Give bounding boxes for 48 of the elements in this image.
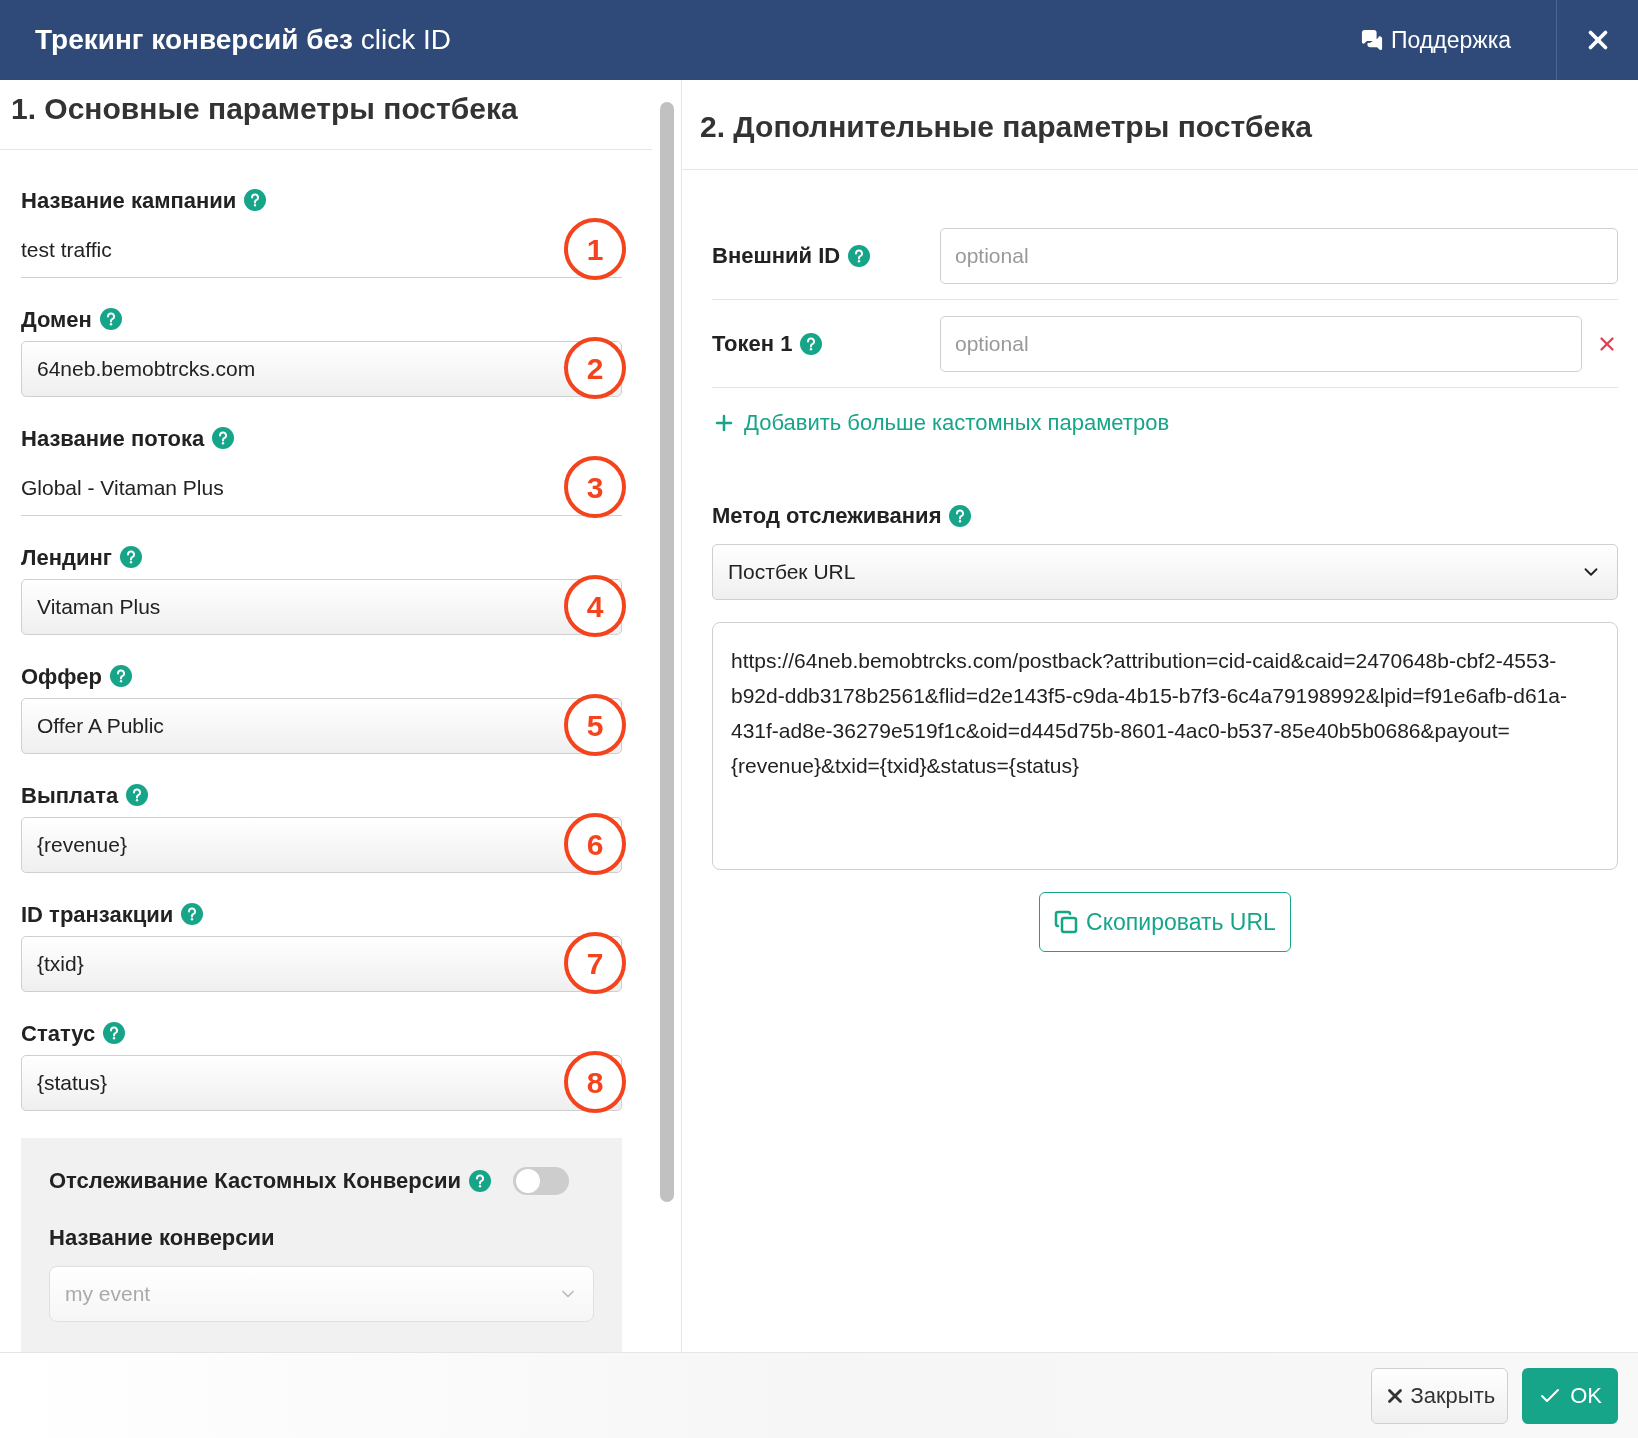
help-icon xyxy=(99,308,122,330)
toggle-switch[interactable] xyxy=(513,1166,570,1195)
param-label: Токен 1 xyxy=(712,330,793,358)
help-icon xyxy=(244,189,267,211)
number-badge: 7 xyxy=(564,932,626,994)
section-heading: 2. Дополнительные параметры постбека xyxy=(682,80,1638,170)
input-field[interactable]: optional xyxy=(940,227,1618,284)
help-icon xyxy=(949,504,972,527)
chat-icon xyxy=(1361,29,1383,51)
window-title: Трекинг конверсий без click ID xyxy=(34,23,453,57)
input-field[interactable]: optional xyxy=(940,315,1582,372)
url-textarea[interactable]: https://64neb.bemobtrcks.com/postback?attribution=cid-caid&caid=2470648b-cbf2-4553-b92d-ddb3178b2561&flid=d2e143f5-c9da-4b15-b7f3-6c4a79198992&lpid=f91e6afb-d61a-431f-ad8e-36279e519f1c&oid=d445d75b-8601-4ac0-b537-85e40b5b0686&payout={revenue}&txid={txid}&status={status} xyxy=(712,622,1618,870)
number-badge: 6 xyxy=(564,813,626,875)
field-label: Метод отслеживания xyxy=(712,502,942,530)
help-icon xyxy=(212,427,235,449)
field-label: Название потока xyxy=(21,424,205,453)
scrollbar-thumb[interactable] xyxy=(659,102,674,1202)
help-icon xyxy=(800,332,823,355)
field-label: Название кампании xyxy=(21,186,237,215)
help-icon xyxy=(110,665,132,687)
field-label: ID транзакции xyxy=(21,900,174,929)
number-badge: 8 xyxy=(564,1051,626,1113)
field-value: Global - Vitaman Plus xyxy=(21,474,224,501)
help-icon xyxy=(181,903,204,925)
copy-icon xyxy=(1054,910,1079,934)
support-button[interactable]: Поддержка xyxy=(1361,22,1511,58)
cancel-button[interactable]: Закрыть xyxy=(1371,1367,1509,1424)
field-value: test traffic xyxy=(21,236,112,263)
field-label: Выплата xyxy=(21,781,119,810)
help-icon xyxy=(848,244,871,267)
param-label: Внешний ID xyxy=(712,242,841,270)
field-label: Лендинг xyxy=(21,543,112,572)
field-label: Статус xyxy=(21,1019,96,1048)
help-icon xyxy=(103,1022,126,1044)
help-icon xyxy=(126,784,149,806)
number-badge: 5 xyxy=(564,694,626,756)
section-heading: 1. Основные параметры постбека xyxy=(0,80,652,150)
select-field[interactable]: Постбек URL xyxy=(712,544,1618,600)
field-label: Отслеживание Кастомных Конверсии xyxy=(49,1167,462,1195)
number-badge: 1 xyxy=(564,218,626,280)
help-icon xyxy=(119,546,142,568)
field-label: Домен xyxy=(21,305,92,334)
field-label: Оффер xyxy=(21,662,102,691)
field-label: Название конверсии xyxy=(49,1224,276,1252)
number-badge: 4 xyxy=(564,575,626,637)
number-badge: 2 xyxy=(564,337,626,399)
number-badge: 3 xyxy=(564,456,626,518)
help-icon xyxy=(469,1169,492,1192)
